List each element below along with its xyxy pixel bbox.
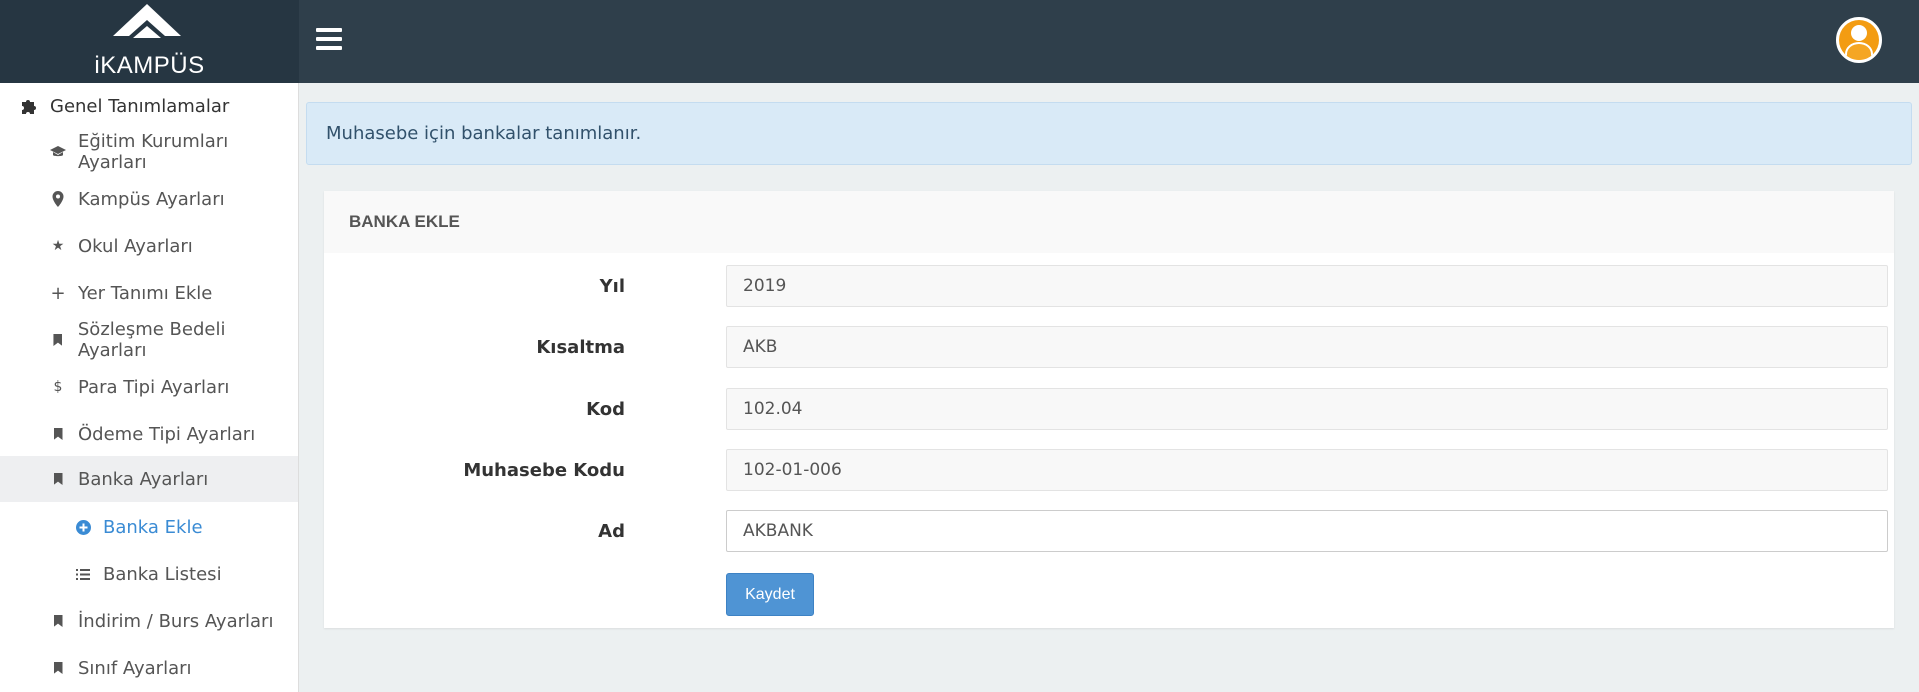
panel-header: BANKA EKLE	[324, 191, 1894, 253]
hamburger-icon[interactable]	[316, 28, 342, 50]
save-button[interactable]: Kaydet	[726, 573, 814, 616]
sidebar-item-yer-tanimi-ekle[interactable]: + Yer Tanımı Ekle	[0, 270, 298, 316]
graduation-cap-icon	[50, 146, 66, 158]
bookmark-icon	[50, 334, 66, 346]
bookmark-icon	[50, 662, 66, 674]
alert-text: Muhasebe için bankalar tanımlanır.	[326, 123, 642, 144]
sidebar-item-label: Kampüs Ayarları	[78, 188, 225, 210]
form-row-kisaltma: Kısaltma	[324, 326, 1894, 368]
logo-text: iKAMPÜS	[94, 52, 205, 79]
form-row-yil: Yıl	[324, 265, 1894, 307]
sidebar: Genel Tanımlamalar Eğitim Kurumları Ayar…	[0, 83, 299, 692]
star-icon: ★	[51, 238, 65, 254]
map-pin-icon	[50, 191, 66, 207]
yil-label: Yıl	[599, 276, 625, 297]
sidebar-item-okul-ayarlari[interactable]: ★ Okul Ayarları	[0, 223, 298, 269]
sidebar-item-indirim-burs[interactable]: İndirim / Burs Ayarları	[0, 598, 298, 644]
sidebar-item-genel-tanimlamalar[interactable]: Genel Tanımlamalar	[0, 83, 298, 129]
bookmark-icon	[50, 473, 66, 485]
sidebar-item-label: Genel Tanımlamalar	[50, 95, 230, 117]
sidebar-item-kampus-ayarlari[interactable]: Kampüs Ayarları	[0, 176, 298, 222]
panel-title: BANKA EKLE	[349, 212, 460, 231]
bookmark-icon	[50, 615, 66, 627]
plus-icon: +	[50, 282, 66, 304]
sidebar-item-egitim-kurumlari[interactable]: Eğitim Kurumları Ayarları	[0, 129, 298, 175]
muhasebe-kodu-input[interactable]	[726, 449, 1888, 491]
sidebar-item-label: Banka Ekle	[103, 516, 203, 538]
sidebar-item-label: Ödeme Tipi Ayarları	[78, 423, 256, 445]
kisaltma-label: Kısaltma	[536, 337, 625, 358]
sidebar-item-label: Banka Listesi	[103, 563, 222, 585]
logo[interactable]: iKAMPÜS	[0, 0, 299, 83]
sidebar-item-label: Banka Ayarları	[78, 468, 209, 490]
sidebar-item-label: Para Tipi Ayarları	[78, 376, 230, 398]
kod-label: Kod	[586, 399, 625, 420]
bank-add-panel: BANKA EKLE Yıl Kısaltma Kod Muhasebe Kod…	[324, 191, 1894, 628]
form-row-kod: Kod	[324, 388, 1894, 430]
dollar-icon: $	[53, 379, 63, 395]
sidebar-item-label: Eğitim Kurumları Ayarları	[78, 131, 229, 173]
sidebar-item-label: Sınıf Ayarları	[78, 657, 192, 679]
info-alert: Muhasebe için bankalar tanımlanır.	[306, 102, 1912, 165]
kisaltma-input[interactable]	[726, 326, 1888, 368]
sidebar-item-odeme-tipi[interactable]: Ödeme Tipi Ayarları	[0, 411, 298, 457]
top-bar: iKAMPÜS	[0, 0, 1919, 83]
ad-input[interactable]	[726, 510, 1888, 552]
sidebar-item-label: Sözleşme Bedeli Ayarları	[77, 319, 226, 361]
ad-label: Ad	[598, 521, 625, 542]
muhasebe-kodu-label: Muhasebe Kodu	[463, 460, 625, 481]
sidebar-item-sozlesme-bedeli[interactable]: Sözleşme Bedeli Ayarları	[0, 317, 298, 363]
sidebar-item-label: İndirim / Burs Ayarları	[78, 610, 274, 632]
logo-mountain-icon	[113, 4, 181, 38]
sidebar-item-para-tipi[interactable]: $ Para Tipi Ayarları	[0, 364, 298, 410]
sidebar-item-label: Okul Ayarları	[78, 235, 193, 257]
sidebar-item-banka-ayarlari[interactable]: Banka Ayarları	[0, 456, 298, 502]
sidebar-item-banka-listesi[interactable]: Banka Listesi	[0, 551, 298, 597]
puzzle-icon	[18, 96, 40, 116]
form-row-muhasebe-kodu: Muhasebe Kodu	[324, 449, 1894, 491]
sidebar-item-banka-ekle[interactable]: Banka Ekle	[0, 504, 298, 550]
kod-input[interactable]	[726, 388, 1888, 430]
yil-input[interactable]	[726, 265, 1888, 307]
user-avatar-icon[interactable]	[1836, 17, 1882, 63]
list-icon	[75, 568, 91, 580]
sidebar-item-sinif-ayarlari[interactable]: Sınıf Ayarları	[0, 645, 298, 691]
bookmark-icon	[50, 428, 66, 440]
plus-circle-icon	[75, 519, 91, 535]
form-row-ad: Ad	[324, 510, 1894, 552]
sidebar-item-label: Yer Tanımı Ekle	[78, 282, 213, 304]
